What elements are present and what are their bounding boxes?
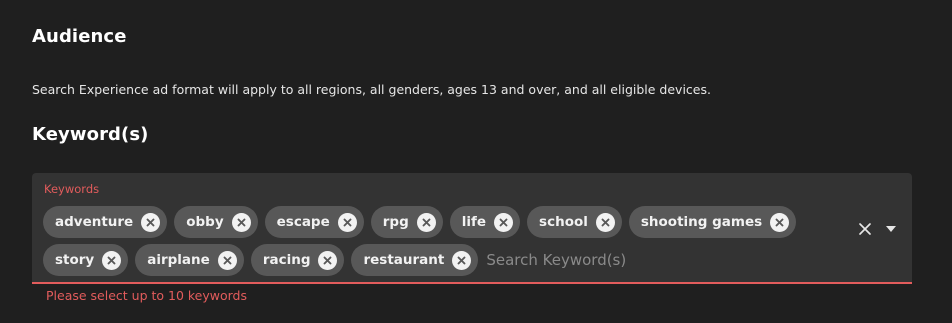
search-keywords-input[interactable] <box>486 244 687 276</box>
keyword-chip[interactable]: adventure <box>43 206 168 238</box>
clear-icon[interactable] <box>858 222 872 236</box>
keywords-field[interactable]: Keywords adventure obby escape rpg life schoo… <box>32 173 912 284</box>
audience-title: Audience <box>32 26 127 47</box>
close-circle-icon[interactable] <box>318 250 338 270</box>
close-circle-icon[interactable] <box>770 212 790 232</box>
keyword-chip-label: adventure <box>55 214 134 230</box>
keyword-chip-label: school <box>539 214 588 230</box>
keyword-chip[interactable]: escape <box>264 206 364 238</box>
keyword-chip-label: story <box>55 252 95 268</box>
close-circle-icon[interactable] <box>102 250 122 270</box>
keyword-chip[interactable]: rpg <box>370 206 443 238</box>
keyword-chips: adventure obby escape rpg life school shooting… <box>43 206 843 276</box>
audience-keywords-panel: Audience Search Experience ad format wil… <box>0 0 952 323</box>
keyword-chip-label: rpg <box>382 214 409 230</box>
close-circle-icon[interactable] <box>231 212 251 232</box>
keyword-chip-label: restaurant <box>363 252 445 268</box>
keyword-chip[interactable]: school <box>527 206 622 238</box>
keyword-chip-label: obby <box>186 214 224 230</box>
close-circle-icon[interactable] <box>141 212 161 232</box>
keyword-chip[interactable]: restaurant <box>351 244 479 276</box>
keyword-chip-label: airplane <box>147 252 210 268</box>
keywords-field-label: Keywords <box>44 182 100 196</box>
keyword-chip-label: escape <box>276 214 330 230</box>
keywords-title: Keyword(s) <box>32 124 149 145</box>
keywords-error-message: Please select up to 10 keywords <box>46 288 248 303</box>
close-circle-icon[interactable] <box>452 250 472 270</box>
keyword-chip[interactable]: shooting games <box>628 206 797 238</box>
keyword-chip[interactable]: story <box>43 244 129 276</box>
close-circle-icon[interactable] <box>217 250 237 270</box>
close-circle-icon[interactable] <box>595 212 615 232</box>
keyword-chip[interactable]: racing <box>250 244 345 276</box>
close-circle-icon[interactable] <box>494 212 514 232</box>
caret-down-icon[interactable] <box>886 226 896 232</box>
keyword-chip-label: life <box>461 214 487 230</box>
keyword-chip[interactable]: life <box>449 206 521 238</box>
close-circle-icon[interactable] <box>416 212 436 232</box>
audience-description: Search Experience ad format will apply t… <box>32 82 711 97</box>
keyword-chip-label: racing <box>262 252 311 268</box>
keyword-chip-label: shooting games <box>640 214 763 230</box>
close-circle-icon[interactable] <box>337 212 357 232</box>
keyword-chip[interactable]: airplane <box>135 244 244 276</box>
keyword-chip[interactable]: obby <box>174 206 258 238</box>
